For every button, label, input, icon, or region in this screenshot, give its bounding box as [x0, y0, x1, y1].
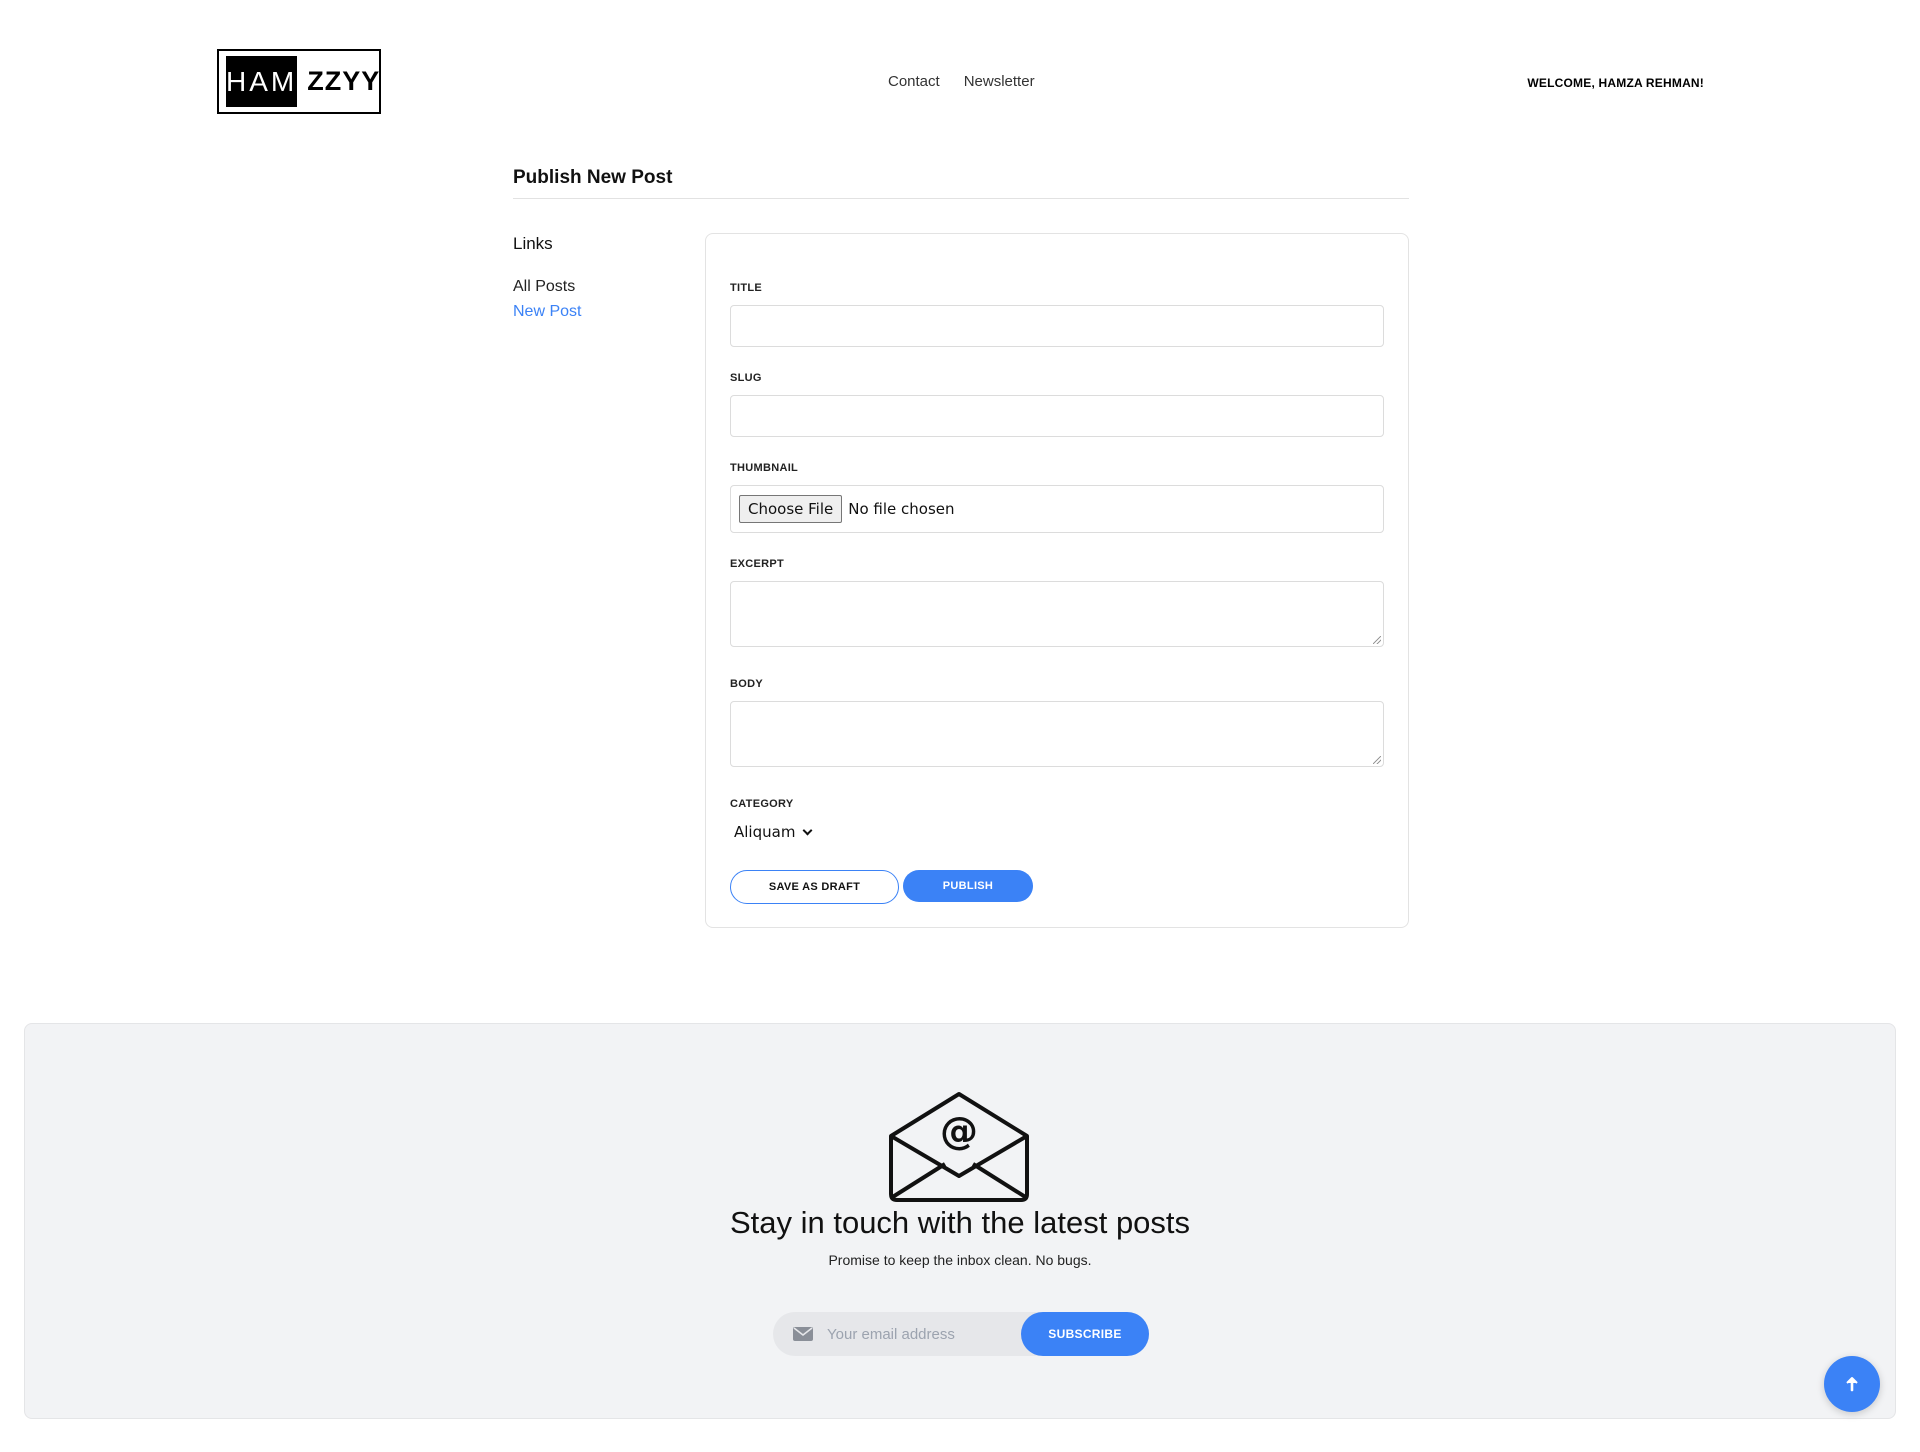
arrow-up-icon [1846, 1377, 1858, 1392]
newsletter-form: SUBSCRIBE [773, 1312, 1149, 1356]
choose-file-button[interactable]: Choose File [739, 495, 843, 523]
category-selected-value: Aliquam [734, 823, 796, 841]
sidebar-link-all-posts[interactable]: All Posts [513, 274, 581, 299]
slug-input[interactable] [730, 395, 1384, 437]
logo-right-text: ZZYY [307, 66, 381, 96]
newsletter-title: Stay in touch with the latest posts [729, 1205, 1191, 1240]
excerpt-label: EXCERPT [730, 558, 785, 570]
sidebar-links: All Posts New Post [513, 274, 581, 324]
envelope-at-icon: @ [889, 1092, 1029, 1202]
page-title: Publish New Post [513, 167, 673, 188]
chevron-down-icon [802, 825, 813, 835]
scroll-to-top-button[interactable] [1824, 1356, 1880, 1412]
svg-text:@: @ [940, 1109, 978, 1153]
title-input[interactable] [730, 305, 1384, 347]
slug-label: SLUG [730, 372, 762, 384]
email-input[interactable] [827, 1312, 1017, 1356]
newsletter-section: @ Stay in touch with the latest posts Pr… [24, 1023, 1896, 1419]
site-logo[interactable]: HAM ZZYY [217, 49, 381, 114]
body-label: BODY [730, 678, 763, 690]
category-label: CATEGORY [730, 798, 794, 810]
sidebar-link-new-post[interactable]: New Post [513, 299, 581, 324]
resize-handle-icon[interactable] [1373, 636, 1381, 644]
title-divider [513, 198, 1409, 199]
welcome-user-text: WELCOME, HAMZA REHMAN! [1527, 76, 1704, 90]
save-draft-button[interactable]: SAVE AS DRAFT [730, 870, 899, 904]
thumbnail-label: THUMBNAIL [730, 462, 799, 474]
nav-contact-link[interactable]: Contact [888, 73, 940, 90]
title-label: TITLE [730, 282, 763, 294]
nav-newsletter-link[interactable]: Newsletter [964, 73, 1035, 90]
publish-button[interactable]: PUBLISH [903, 870, 1033, 902]
body-textarea[interactable] [730, 701, 1384, 767]
new-post-form: TITLE SLUG THUMBNAIL Choose File No file… [705, 233, 1409, 928]
mail-icon [793, 1327, 813, 1341]
subscribe-button[interactable]: SUBSCRIBE [1021, 1312, 1149, 1356]
thumbnail-file-input[interactable]: Choose File No file chosen [730, 485, 1384, 533]
file-status-text: No file chosen [848, 500, 955, 518]
category-select[interactable]: Aliquam [734, 823, 813, 841]
excerpt-textarea[interactable] [730, 581, 1384, 647]
newsletter-subtitle: Promise to keep the inbox clean. No bugs… [828, 1252, 1092, 1268]
resize-handle-icon[interactable] [1373, 756, 1381, 764]
main-nav: Contact Newsletter [888, 73, 1035, 90]
logo-left-text: HAM [226, 56, 298, 107]
sidebar-heading: Links [513, 234, 553, 253]
